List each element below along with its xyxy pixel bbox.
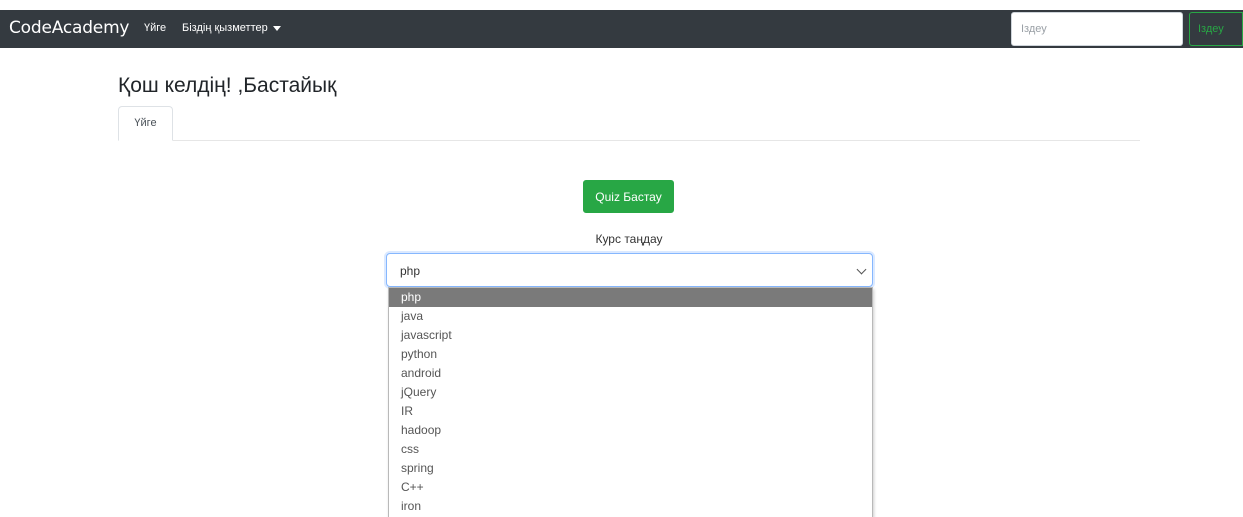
search-input[interactable] <box>1011 12 1183 46</box>
course-option-java[interactable]: java <box>389 307 872 326</box>
course-option-php[interactable]: php <box>389 288 872 307</box>
course-select[interactable]: php <box>386 253 873 287</box>
nav-dropdown-services-label: Біздің қызметтер <box>182 22 268 34</box>
tabs-divider <box>118 140 1140 141</box>
tab-home[interactable]: Үйге <box>118 106 173 141</box>
course-option-css[interactable]: css <box>389 440 872 459</box>
course-option-android[interactable]: android <box>389 364 872 383</box>
course-option-cpp[interactable]: C++ <box>389 478 872 497</box>
course-dropdown-list: php java javascript python android jQuer… <box>388 287 873 517</box>
course-option-hadoop[interactable]: hadoop <box>389 421 872 440</box>
course-option-iron[interactable]: iron <box>389 497 872 516</box>
nav-dropdown-services[interactable]: Біздің қызметтер <box>182 22 281 34</box>
start-quiz-button[interactable]: Quiz Бастау <box>583 180 674 213</box>
course-option-spring[interactable]: spring <box>389 459 872 478</box>
course-option-jquery[interactable]: jQuery <box>389 383 872 402</box>
course-select-value: php <box>400 264 421 278</box>
course-option-ir[interactable]: IR <box>389 402 872 421</box>
nav-link-home[interactable]: Үйге <box>144 22 166 34</box>
brand-logo[interactable]: CodeAcademy <box>9 18 129 38</box>
chevron-down-icon <box>856 264 867 275</box>
caret-down-icon <box>272 26 281 31</box>
page-title: Қош келдің! ,Бастайық <box>118 74 337 97</box>
search-button[interactable]: Іздеу <box>1189 12 1243 46</box>
course-select-label: Курс таңдау <box>595 232 663 246</box>
course-option-javascript[interactable]: javascript <box>389 326 872 345</box>
top-navbar: CodeAcademy Үйге Біздің қызметтер Іздеу <box>0 10 1243 48</box>
course-option-python[interactable]: python <box>389 345 872 364</box>
